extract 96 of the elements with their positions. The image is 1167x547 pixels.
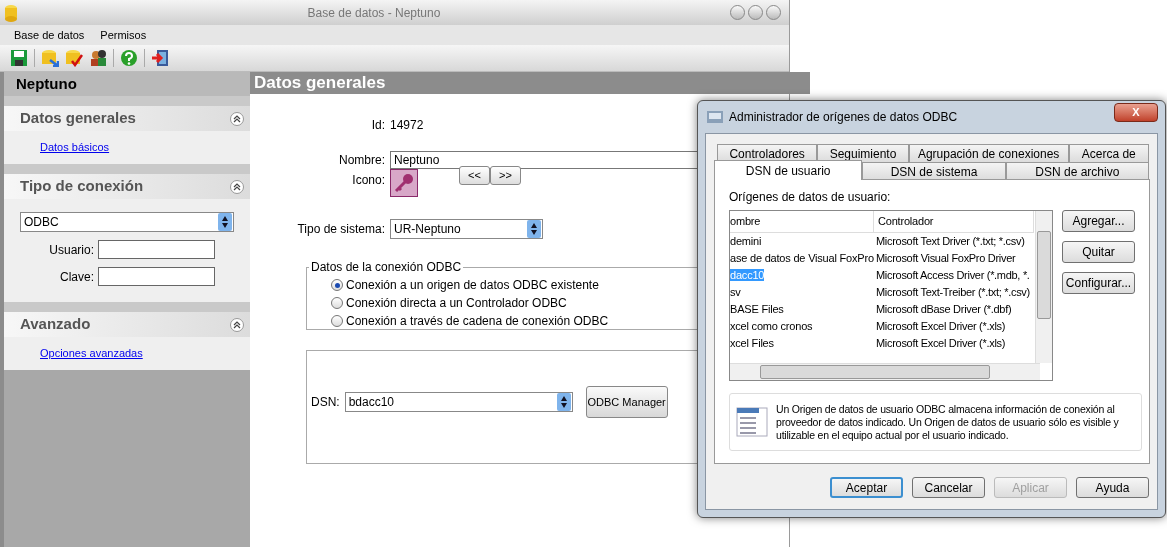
tab[interactable]: Agrupación de conexiones — [908, 144, 1069, 162]
menu-item[interactable]: Permisos — [100, 26, 147, 44]
table-cell-text: BASE Files — [730, 302, 785, 318]
table-cell-text: Microsoft dBase Driver (*.dbf) — [875, 302, 1013, 318]
field-label: Id: — [370, 117, 385, 134]
spinner-icon — [218, 213, 232, 231]
section-header[interactable]: Datos generales — [4, 106, 250, 131]
collapse-icon — [230, 317, 244, 332]
table-cell-text: Microsoft Text-Treiber (*.txt; *.csv) — [875, 285, 1031, 301]
section-title: Tipo de conexión — [20, 176, 144, 197]
dialog-title: Administrador de orígenes de datos ODBC — [729, 109, 959, 126]
minimize-button[interactable] — [730, 5, 745, 20]
id-value: 14972 — [390, 117, 424, 134]
table-cell-text: demini — [730, 234, 763, 250]
group-label: Datos de la conexión ODBC — [310, 259, 463, 276]
spinner-icon — [556, 393, 571, 411]
tab[interactable]: DSN de archivo — [1005, 162, 1149, 180]
list-row[interactable]: ase de datos de Visual FoxPro Microsoft Visual FoxPro Driver — [730, 250, 1034, 267]
scroll-thumb[interactable] — [760, 365, 990, 379]
data-source-icon — [707, 110, 723, 124]
nav-button[interactable]: >> — [490, 166, 521, 185]
database-icon — [4, 3, 18, 22]
list-row[interactable]: BASE Files Microsoft dBase Driver (*.dbf) — [730, 301, 1034, 318]
table-cell-text: xcel como cronos — [730, 319, 814, 335]
dialog-button[interactable]: Ayuda — [1076, 477, 1149, 498]
select-field[interactable]: bdacc10 — [344, 392, 573, 412]
table-cell-text: Microsoft Visual FoxPro Driver — [875, 251, 1017, 267]
nav-button[interactable]: << — [459, 166, 490, 185]
users-icon — [89, 49, 107, 67]
dialog-button[interactable]: Aceptar — [830, 477, 903, 498]
dialog-button[interactable]: Agregar... — [1062, 210, 1135, 232]
maximize-button[interactable] — [748, 5, 763, 20]
list-row[interactable]: xcel Files Microsoft Excel Driver (*.xls) — [730, 335, 1034, 352]
key-icon — [390, 169, 418, 197]
tab[interactable]: Acerca de — [1068, 144, 1149, 162]
list-label: Orígenes de datos de usuario: — [729, 189, 892, 206]
odbc-manager-button[interactable]: ODBC Manager — [585, 386, 668, 418]
dialog-button[interactable]: Configurar... — [1062, 272, 1135, 294]
radio-label: Conexión a través de cadena de conexión ODBC — [346, 313, 609, 330]
collapse-icon — [230, 179, 244, 194]
select-field[interactable]: UR-Neptuno — [390, 219, 543, 239]
vertical-scrollbar[interactable] — [1035, 211, 1052, 363]
input-field[interactable] — [98, 240, 215, 259]
radio-label: Conexión a un origen de datos ODBC existente — [346, 277, 599, 294]
info-text: Un Origen de datos de usuario ODBC almacena información de conexión al proveedor de datos indicado. Un Origen de datos de usuario sólo es visible y utilizable en el equipo actual por el usuario indicado. — [776, 402, 1120, 442]
field-label: Icono: — [351, 172, 385, 189]
radio-button[interactable] — [331, 297, 343, 309]
link[interactable]: Datos básicos — [40, 139, 110, 156]
sidebar-title: Neptuno — [4, 72, 250, 96]
list-row[interactable]: dacc10 Microsoft Access Driver (*.mdb, *. — [730, 267, 1034, 284]
spinner-icon — [527, 220, 541, 238]
section-title: Datos generales — [20, 108, 136, 129]
table-cell-text: ase de datos de Visual FoxPro — [730, 251, 874, 267]
tab[interactable]: DSN de usuario — [714, 160, 863, 180]
dialog-button[interactable]: Quitar — [1062, 241, 1135, 263]
table-cell-text: Microsoft Excel Driver (*.xls) — [875, 319, 1007, 335]
save-icon — [10, 49, 28, 67]
menu-item[interactable]: Base de datos — [14, 26, 85, 44]
radio-label: Conexión directa a un Controlador ODBC — [346, 295, 567, 312]
list-row[interactable]: demini Microsoft Text Driver (*.txt; *.csv) — [730, 233, 1034, 250]
tab[interactable]: Seguimiento — [817, 144, 909, 162]
section-header[interactable]: Tipo de conexión — [4, 174, 250, 199]
field-label: Clave: — [59, 268, 94, 286]
help-icon — [120, 49, 138, 67]
field-label: DSN: — [311, 394, 340, 411]
list-row[interactable]: sv Microsoft Text-Treiber (*.txt; *.csv) — [730, 284, 1034, 301]
tab[interactable]: DSN de sistema — [862, 162, 1006, 180]
radio-button[interactable] — [331, 279, 343, 291]
section-title: Avanzado — [20, 314, 91, 335]
database-check-icon — [65, 49, 83, 67]
table-cell-text: sv — [730, 285, 742, 301]
table-cell-text: Microsoft Access Driver (*.mdb, *. — [875, 268, 1031, 284]
table-cell-text: Microsoft Text Driver (*.txt; *.csv) — [875, 234, 1026, 250]
dialog-button[interactable]: Cancelar — [912, 477, 985, 498]
database-arrow-icon — [41, 49, 59, 67]
list-row[interactable]: xcel como cronos Microsoft Excel Driver (*.xls) — [730, 318, 1034, 335]
radio-button[interactable] — [331, 315, 343, 327]
table-cell-text: dacc10 — [730, 268, 766, 284]
column-header[interactable]: Controlador — [874, 211, 1034, 232]
horizontal-scrollbar[interactable] — [730, 363, 1040, 380]
scroll-thumb[interactable] — [1037, 231, 1051, 319]
content-title: Datos generales — [250, 72, 810, 94]
field-label: Tipo de sistema: — [296, 221, 385, 238]
input-field[interactable] — [98, 267, 215, 286]
column-header[interactable]: ombre — [730, 211, 874, 232]
field-label: Usuario: — [48, 241, 94, 259]
window-title: Base de datos - Neptuno — [306, 4, 442, 22]
field-label: Nombre: — [338, 152, 385, 169]
table-cell-text: xcel Files — [730, 336, 775, 352]
section-header[interactable]: Avanzado — [4, 312, 250, 337]
select-field[interactable]: ODBC — [20, 212, 234, 232]
table-cell-text: Microsoft Excel Driver (*.xls) — [875, 336, 1007, 352]
exit-door-icon — [151, 49, 169, 67]
table-file-icon — [736, 406, 768, 438]
close-button[interactable] — [766, 5, 781, 20]
collapse-icon — [230, 111, 244, 126]
